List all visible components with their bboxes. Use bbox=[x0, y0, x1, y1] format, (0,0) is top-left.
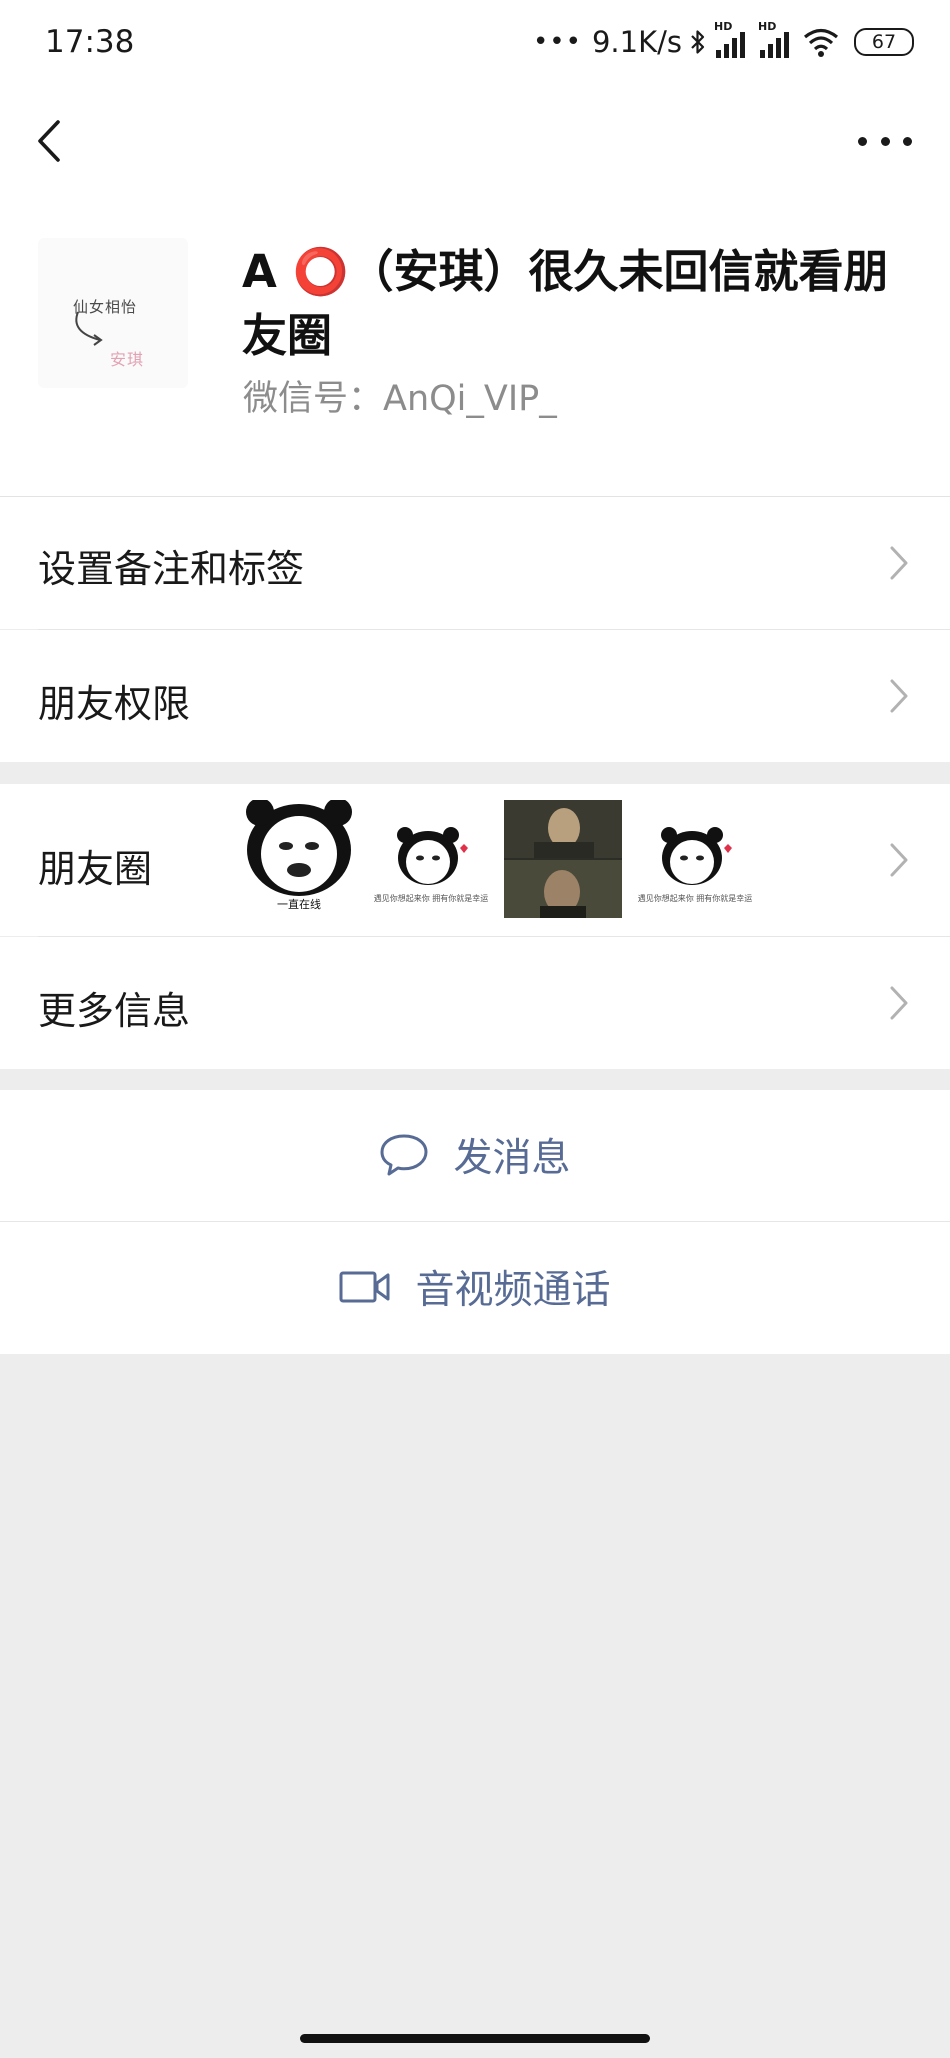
bluetooth-icon bbox=[691, 30, 705, 54]
chevron-left-icon[interactable] bbox=[28, 116, 68, 166]
video-call-button[interactable]: 音视频通话 bbox=[0, 1222, 950, 1354]
moments-thumbnails: 一直在线 遇见你想起来你 拥有你就是幸运 遇见你想起来你 拥有你就是幸运 bbox=[240, 800, 754, 918]
chevron-right-icon bbox=[890, 546, 908, 580]
nav-bar bbox=[0, 96, 950, 188]
row-label: 朋友权限 bbox=[38, 682, 191, 726]
status-bar: 17:38 ••• 9.1K/s HD HD 67 bbox=[0, 0, 950, 86]
video-camera-icon bbox=[339, 1271, 390, 1303]
wechat-id: 微信号：AnQi_VIP_ bbox=[243, 379, 557, 419]
movie-still-icon bbox=[504, 800, 622, 918]
battery-level: 67 bbox=[871, 30, 897, 53]
chat-bubble-icon bbox=[380, 1134, 428, 1176]
chevron-right-icon bbox=[890, 679, 908, 713]
status-icons: ••• 9.1K/s HD HD 67 bbox=[532, 20, 914, 62]
arrow-icon bbox=[75, 311, 103, 346]
home-indicator[interactable] bbox=[300, 2034, 650, 2043]
thumb-caption: 遇见你想起来你 拥有你就是幸运 bbox=[637, 894, 753, 903]
row-moments[interactable]: 朋友圈 一直在线 遇见你想起来你 拥有你就是幸运 遇见你想起来你 拥有你就是幸运 bbox=[0, 784, 950, 936]
row-friend-permissions[interactable]: 朋友权限 bbox=[0, 630, 950, 762]
moments-thumb: 遇见你想起来你 拥有你就是幸运 bbox=[636, 800, 754, 918]
battery-icon: 67 bbox=[854, 28, 914, 56]
row-label: 设置备注和标签 bbox=[38, 547, 305, 591]
panda-meme-icon bbox=[246, 800, 352, 896]
chevron-right-icon bbox=[890, 843, 908, 877]
more-dots-icon[interactable] bbox=[858, 122, 912, 160]
profile-info: 仙女相怡 安琪 A ⭕️（安琪）很久未回信就看朋友圈 微信号：AnQi_VIP_ bbox=[0, 220, 950, 450]
signal-icon: HD bbox=[758, 20, 794, 60]
profile-name: A ⭕️（安琪）很久未回信就看朋友圈 bbox=[242, 245, 889, 362]
chevron-right-icon bbox=[890, 986, 908, 1020]
moments-thumb: 遇见你想起来你 拥有你就是幸运 bbox=[372, 800, 490, 918]
avatar[interactable]: 仙女相怡 安琪 bbox=[38, 238, 188, 388]
send-message-label: 发消息 bbox=[453, 1136, 571, 1181]
thumb-caption: 一直在线 bbox=[277, 898, 321, 911]
wifi-icon bbox=[803, 28, 839, 57]
row-label: 朋友圈 bbox=[38, 847, 153, 891]
network-speed: 9.1K/s bbox=[591, 25, 682, 59]
video-call-label: 音视频通话 bbox=[415, 1268, 611, 1313]
panda-meme-icon bbox=[397, 827, 468, 885]
send-message-action: 发消息 bbox=[0, 1090, 950, 1220]
thumb-caption: 遇见你想起来你 拥有你就是幸运 bbox=[373, 894, 489, 903]
moments-thumb bbox=[504, 800, 622, 918]
row-label: 更多信息 bbox=[38, 989, 191, 1033]
row-more-info[interactable]: 更多信息 bbox=[0, 937, 950, 1069]
send-message-button[interactable]: 发消息 bbox=[0, 1090, 950, 1221]
profile-header: 17:38 ••• 9.1K/s HD HD 67 仙女相怡 安琪 A ⭕️（安… bbox=[0, 0, 950, 496]
signal-icon: HD bbox=[714, 20, 750, 60]
status-dots: ••• bbox=[532, 27, 582, 57]
avatar-text-bottom: 安琪 bbox=[110, 350, 145, 369]
panda-meme-icon bbox=[661, 827, 732, 885]
row-remarks-tags[interactable]: 设置备注和标签 bbox=[0, 497, 950, 629]
contact-profile-screen: 17:38 ••• 9.1K/s HD HD 67 仙女相怡 安琪 A ⭕️（安… bbox=[0, 0, 950, 2058]
status-time: 17:38 bbox=[45, 24, 135, 60]
moments-thumb: 一直在线 bbox=[240, 800, 358, 918]
video-call-action: 音视频通话 bbox=[0, 1222, 950, 1352]
